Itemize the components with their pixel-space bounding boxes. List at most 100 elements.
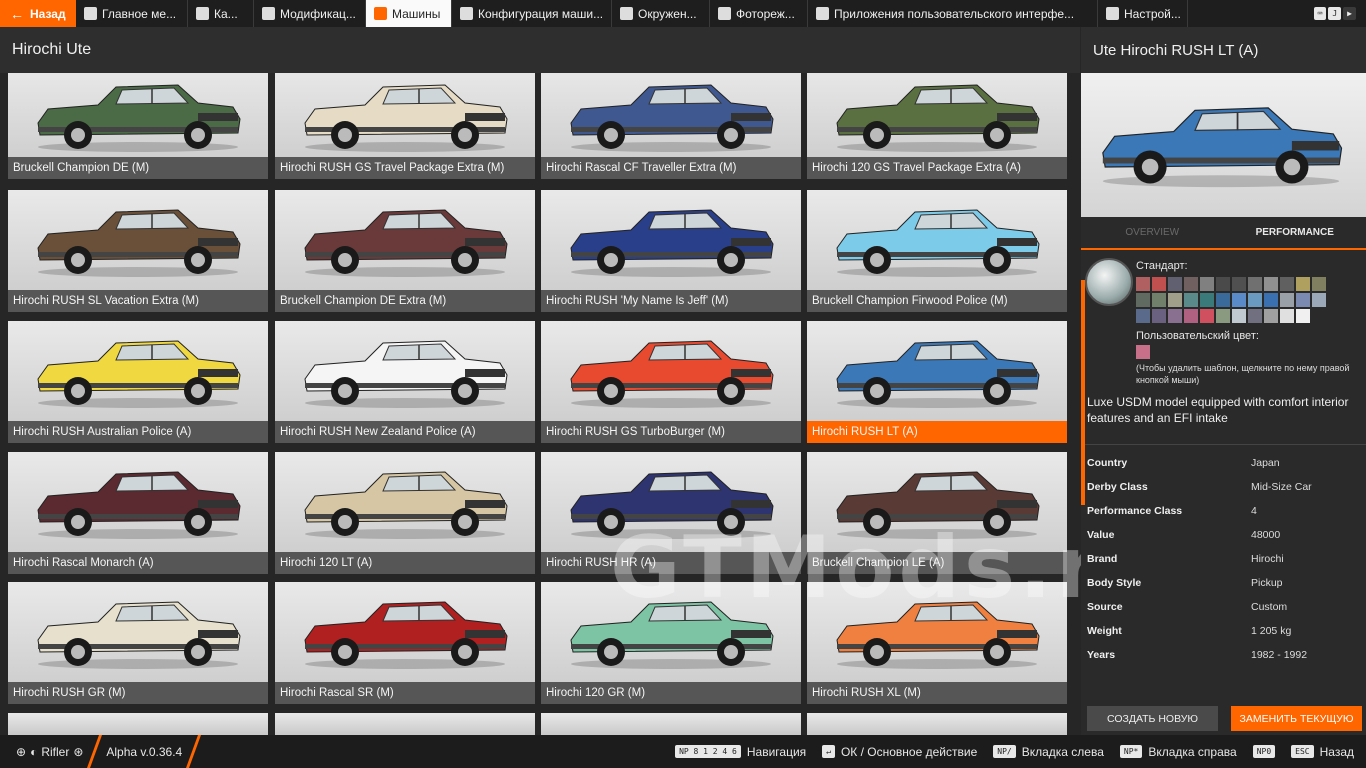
spec-row: Derby Class Mid-Size Car	[1081, 475, 1366, 499]
paint-swatch[interactable]	[1248, 293, 1262, 307]
tab-puzzle[interactable]: Модификац...	[254, 0, 366, 27]
spec-row: Source Custom	[1081, 595, 1366, 619]
paint-hint-text: (Чтобы удалить шаблон, щелкните по нему …	[1136, 363, 1350, 385]
paint-swatch[interactable]	[1136, 277, 1150, 291]
paint-swatch[interactable]	[1168, 309, 1182, 323]
vehicle-card[interactable]	[8, 713, 268, 735]
paint-swatch[interactable]	[1248, 277, 1262, 291]
vehicle-card[interactable]: Hirochi RUSH Australian Police (A)	[8, 321, 268, 443]
paint-swatch[interactable]	[1152, 293, 1166, 307]
tab-map[interactable]: Ка...	[188, 0, 254, 27]
vehicle-thumbnail	[570, 340, 774, 408]
vehicle-card[interactable]: Hirochi Rascal SR (M)	[275, 582, 535, 704]
spec-key: Source	[1087, 601, 1123, 613]
tab-ui-apps[interactable]: Приложения пользовательского интерфе...	[808, 0, 1098, 27]
paint-swatch[interactable]	[1184, 293, 1198, 307]
paint-swatch[interactable]	[1264, 293, 1278, 307]
spec-key: Brand	[1087, 553, 1118, 565]
separator	[87, 735, 103, 768]
vehicle-card[interactable]	[541, 713, 801, 735]
vehicle-card[interactable]: Hirochi Rascal Monarch (A)	[8, 452, 268, 574]
paint-swatch[interactable]	[1280, 309, 1294, 323]
vehicle-card[interactable]: Hirochi RUSH 'My Name Is Jeff' (M)	[541, 190, 801, 312]
paint-swatch[interactable]	[1136, 309, 1150, 323]
tab-camera[interactable]: Фотореж...	[710, 0, 808, 27]
paint-swatch[interactable]	[1312, 277, 1326, 291]
replace-current-button[interactable]: ЗАМЕНИТЬ ТЕКУЩУЮ	[1231, 706, 1362, 731]
vehicle-card[interactable]: Hirochi RUSH SL Vacation Extra (M)	[8, 190, 268, 312]
back-button[interactable]: ← Назад	[0, 0, 76, 27]
vehicle-card-label: Hirochi 120 LT (A)	[275, 552, 535, 574]
paint-swatch[interactable]	[1200, 277, 1214, 291]
environment-icon	[620, 7, 633, 20]
vehicle-card[interactable]: Bruckell Champion DE (M)	[8, 73, 268, 179]
vehicle-card[interactable]: Hirochi Rascal CF Traveller Extra (M)	[541, 73, 801, 179]
car-config-icon	[460, 7, 473, 20]
card-background	[807, 713, 1067, 735]
create-new-button[interactable]: СОЗДАТЬ НОВУЮ	[1087, 706, 1218, 731]
paint-swatch[interactable]	[1264, 277, 1278, 291]
top-menu-bar: ← Назад Главное ме... Ка... Модификац... Ма…	[0, 0, 1366, 27]
vehicle-card-label: Bruckell Champion Firwood Police (M)	[807, 290, 1067, 312]
vehicle-card[interactable]: Hirochi 120 GS Travel Package Extra (A)	[807, 73, 1067, 179]
paint-swatch[interactable]	[1136, 293, 1150, 307]
spec-value: Pickup	[1251, 577, 1283, 589]
paint-swatch[interactable]	[1168, 277, 1182, 291]
vehicle-card[interactable]	[275, 713, 535, 735]
spec-key: Derby Class	[1087, 481, 1148, 493]
vehicle-card[interactable]: Hirochi RUSH New Zealand Police (A)	[275, 321, 535, 443]
vehicle-card[interactable]: Hirochi 120 LT (A)	[275, 452, 535, 574]
control-hint: NP0	[1252, 745, 1276, 758]
custom-paint-swatch[interactable]	[1136, 345, 1150, 359]
vehicle-details-panel: Ute Hirochi RUSH LT (A) OVERVIEW PERFORM…	[1081, 27, 1366, 735]
vehicle-card-label: Hirochi RUSH XL (M)	[807, 682, 1067, 704]
paint-swatch[interactable]	[1296, 293, 1310, 307]
tab-car-config[interactable]: Конфигурация маши...	[452, 0, 612, 27]
scroll-indicator[interactable]	[1081, 280, 1085, 505]
paint-swatch[interactable]	[1184, 309, 1198, 323]
paint-swatch[interactable]	[1216, 277, 1230, 291]
paint-swatch[interactable]	[1312, 293, 1326, 307]
paint-swatch[interactable]	[1152, 309, 1166, 323]
vehicle-card-label: Hirochi RUSH LT (A)	[807, 421, 1067, 443]
control-hint-label: Назад	[1319, 744, 1354, 759]
paint-swatch[interactable]	[1216, 293, 1230, 307]
paint-swatch[interactable]	[1280, 293, 1294, 307]
tab-environment[interactable]: Окружен...	[612, 0, 710, 27]
tab-home[interactable]: Главное ме...	[76, 0, 188, 27]
paint-swatch[interactable]	[1152, 277, 1166, 291]
separator	[186, 735, 202, 768]
tab-overview[interactable]: OVERVIEW	[1081, 217, 1224, 248]
vehicle-card[interactable]: Hirochi RUSH GR (M)	[8, 582, 268, 704]
vehicle-thumbnail	[836, 209, 1040, 277]
vehicle-card[interactable]: Bruckell Champion Firwood Police (M)	[807, 190, 1067, 312]
paint-swatch[interactable]	[1232, 309, 1246, 323]
paint-swatch[interactable]	[1296, 309, 1310, 323]
tab-car[interactable]: Машины	[366, 0, 452, 27]
paint-swatch[interactable]	[1264, 309, 1278, 323]
paint-selector: Стандарт: Пользовательский цвет: (Чтобы …	[1081, 250, 1366, 505]
paint-swatch[interactable]	[1184, 277, 1198, 291]
paint-swatch[interactable]	[1280, 277, 1294, 291]
vehicle-card-label: Hirochi RUSH SL Vacation Extra (M)	[8, 290, 268, 312]
play-icon[interactable]: ▶	[1343, 7, 1356, 20]
vehicle-card[interactable]: Hirochi RUSH GS Travel Package Extra (M)	[275, 73, 535, 179]
tab-performance[interactable]: PERFORMANCE	[1224, 217, 1366, 248]
paint-swatch[interactable]	[1248, 309, 1262, 323]
paint-swatch[interactable]	[1216, 309, 1230, 323]
paint-swatch[interactable]	[1200, 293, 1214, 307]
paint-swatch[interactable]	[1232, 277, 1246, 291]
tab-settings[interactable]: Настрой...	[1098, 0, 1188, 27]
vehicle-card[interactable]	[807, 713, 1067, 735]
vehicle-thumbnail	[304, 209, 508, 277]
vehicle-card[interactable]: Hirochi RUSH GS TurboBurger (M)	[541, 321, 801, 443]
paint-swatch[interactable]	[1232, 293, 1246, 307]
home-icon	[84, 7, 97, 20]
paint-swatch[interactable]	[1296, 277, 1310, 291]
vehicle-card[interactable]: Hirochi RUSH LT (A)	[807, 321, 1067, 443]
vehicle-preview-image	[1081, 73, 1366, 217]
vehicle-card[interactable]: Bruckell Champion DE Extra (M)	[275, 190, 535, 312]
paint-swatch[interactable]	[1168, 293, 1182, 307]
paint-swatch[interactable]	[1200, 309, 1214, 323]
spec-value: 1982 - 1992	[1251, 649, 1308, 661]
